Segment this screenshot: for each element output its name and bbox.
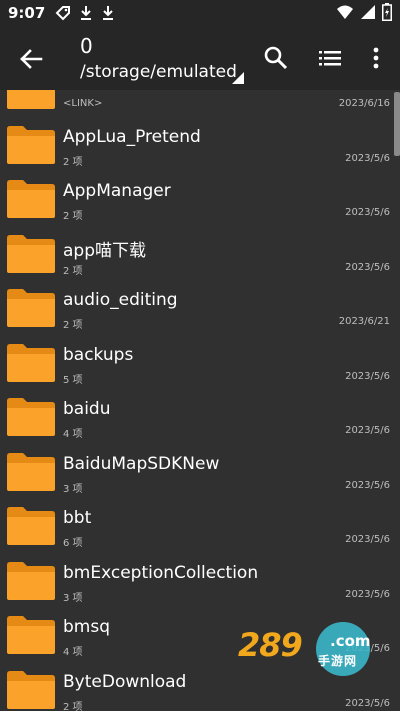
folder-item-count: 4 项 [63, 429, 83, 440]
folder-row[interactable]: <LINK> 2023/6/16 [0, 90, 400, 117]
watermark-domain: .com [330, 632, 371, 650]
folder-icon [7, 561, 55, 600]
path-dropdown[interactable]: /storage/emulated [80, 62, 237, 82]
download-icon [81, 6, 92, 20]
folder-icon [7, 398, 55, 436]
folder-item-count: 3 项 [63, 483, 83, 495]
folder-item-count: 5 项 [63, 374, 83, 386]
folder-icon [7, 125, 55, 164]
folder-row[interactable]: audio_editing 2 项 2023/6/21 [0, 280, 400, 335]
watermark-tagline: 手游网 [318, 654, 358, 668]
more-options-icon[interactable] [362, 44, 390, 72]
dropdown-triangle-icon[interactable] [232, 72, 244, 84]
wifi-icon [337, 5, 353, 19]
folder-row[interactable]: AppLua_Pretend 2 项 2023/5/6 [0, 117, 400, 172]
folder-icon [7, 343, 55, 382]
watermark-brand: 289 [238, 626, 303, 664]
tag-icon [55, 6, 71, 21]
folder-date: 2023/5/6 [345, 697, 390, 709]
folder-date: 2023/5/6 [345, 370, 390, 382]
back-arrow-icon[interactable] [16, 44, 46, 74]
folder-icon [7, 90, 55, 109]
folder-name: AppManager [63, 181, 171, 201]
folder-icon [7, 670, 55, 709]
folder-item-count: 3 项 [63, 592, 83, 604]
folder-icon [7, 180, 55, 218]
folder-row[interactable]: bmExceptionCollection 3 项 2023/5/6 [0, 553, 400, 608]
folder-name: bbt [63, 508, 92, 528]
folder-item-count: <LINK> [63, 98, 103, 109]
folder-date: 2023/5/6 [345, 479, 390, 491]
folder-item-count: 2 项 [63, 265, 83, 277]
folder-row[interactable]: bbt 6 项 2023/5/6 [0, 498, 400, 553]
folder-date: 2023/5/6 [345, 534, 390, 545]
folder-item-count: 2 项 [63, 156, 83, 168]
folder-name: AppLua_Pretend [63, 126, 201, 147]
folder-name: audio_editing [63, 290, 178, 310]
notification-icons [55, 5, 115, 21]
watermark-logo: 289 .com 手游网 [232, 618, 392, 678]
folder-item-count: 2 项 [63, 320, 83, 331]
list-view-icon[interactable] [316, 44, 344, 72]
folder-icon [7, 234, 55, 273]
folder-date: 2023/5/6 [345, 152, 390, 164]
status-bar: 9:07 [0, 0, 400, 26]
folder-icon [7, 289, 55, 327]
folder-row[interactable]: baidu 4 项 2023/5/6 [0, 389, 400, 444]
search-icon[interactable] [262, 44, 290, 72]
folder-name: backups [63, 344, 134, 365]
folder-name: app喵下载 [63, 240, 146, 261]
folder-name: BaiduMapSDKNew [63, 453, 220, 474]
battery-icon [382, 3, 392, 21]
scrollbar[interactable] [394, 92, 400, 156]
folder-name: bmsq [63, 617, 110, 637]
folder-item-count: 2 项 [63, 211, 83, 222]
folder-date: 2023/6/21 [338, 316, 390, 327]
signal-icon [361, 5, 375, 19]
folder-date: 2023/5/6 [345, 588, 390, 600]
folder-date: 2023/5/6 [345, 425, 390, 436]
folder-icon [7, 452, 55, 491]
folder-item-count: 2 项 [63, 701, 83, 711]
folder-icon [7, 616, 55, 654]
folder-row[interactable]: BaiduMapSDKNew 3 项 2023/5/6 [0, 444, 400, 499]
folder-row[interactable]: backups 5 项 2023/5/6 [0, 335, 400, 390]
system-icons [336, 3, 392, 21]
folder-item-count: 6 项 [63, 538, 83, 549]
folder-icon [7, 507, 55, 545]
folder-date: 2023/5/6 [345, 261, 390, 273]
folder-row[interactable]: AppManager 2 项 2023/5/6 [0, 171, 400, 226]
folder-name: ByteDownload [63, 671, 187, 692]
download-icon [103, 6, 114, 20]
folder-date: 2023/6/16 [338, 98, 390, 109]
folder-name: baidu [63, 399, 111, 419]
folder-name: bmExceptionCollection [63, 562, 259, 583]
toolbar: 0 /storage/emulated [0, 26, 400, 90]
folder-item-count: 4 项 [63, 647, 83, 658]
folder-date: 2023/5/6 [345, 207, 390, 218]
status-time: 9:07 [8, 4, 46, 22]
folder-row[interactable]: app喵下载 2 项 2023/5/6 [0, 226, 400, 281]
folder-title: 0 [80, 34, 93, 58]
